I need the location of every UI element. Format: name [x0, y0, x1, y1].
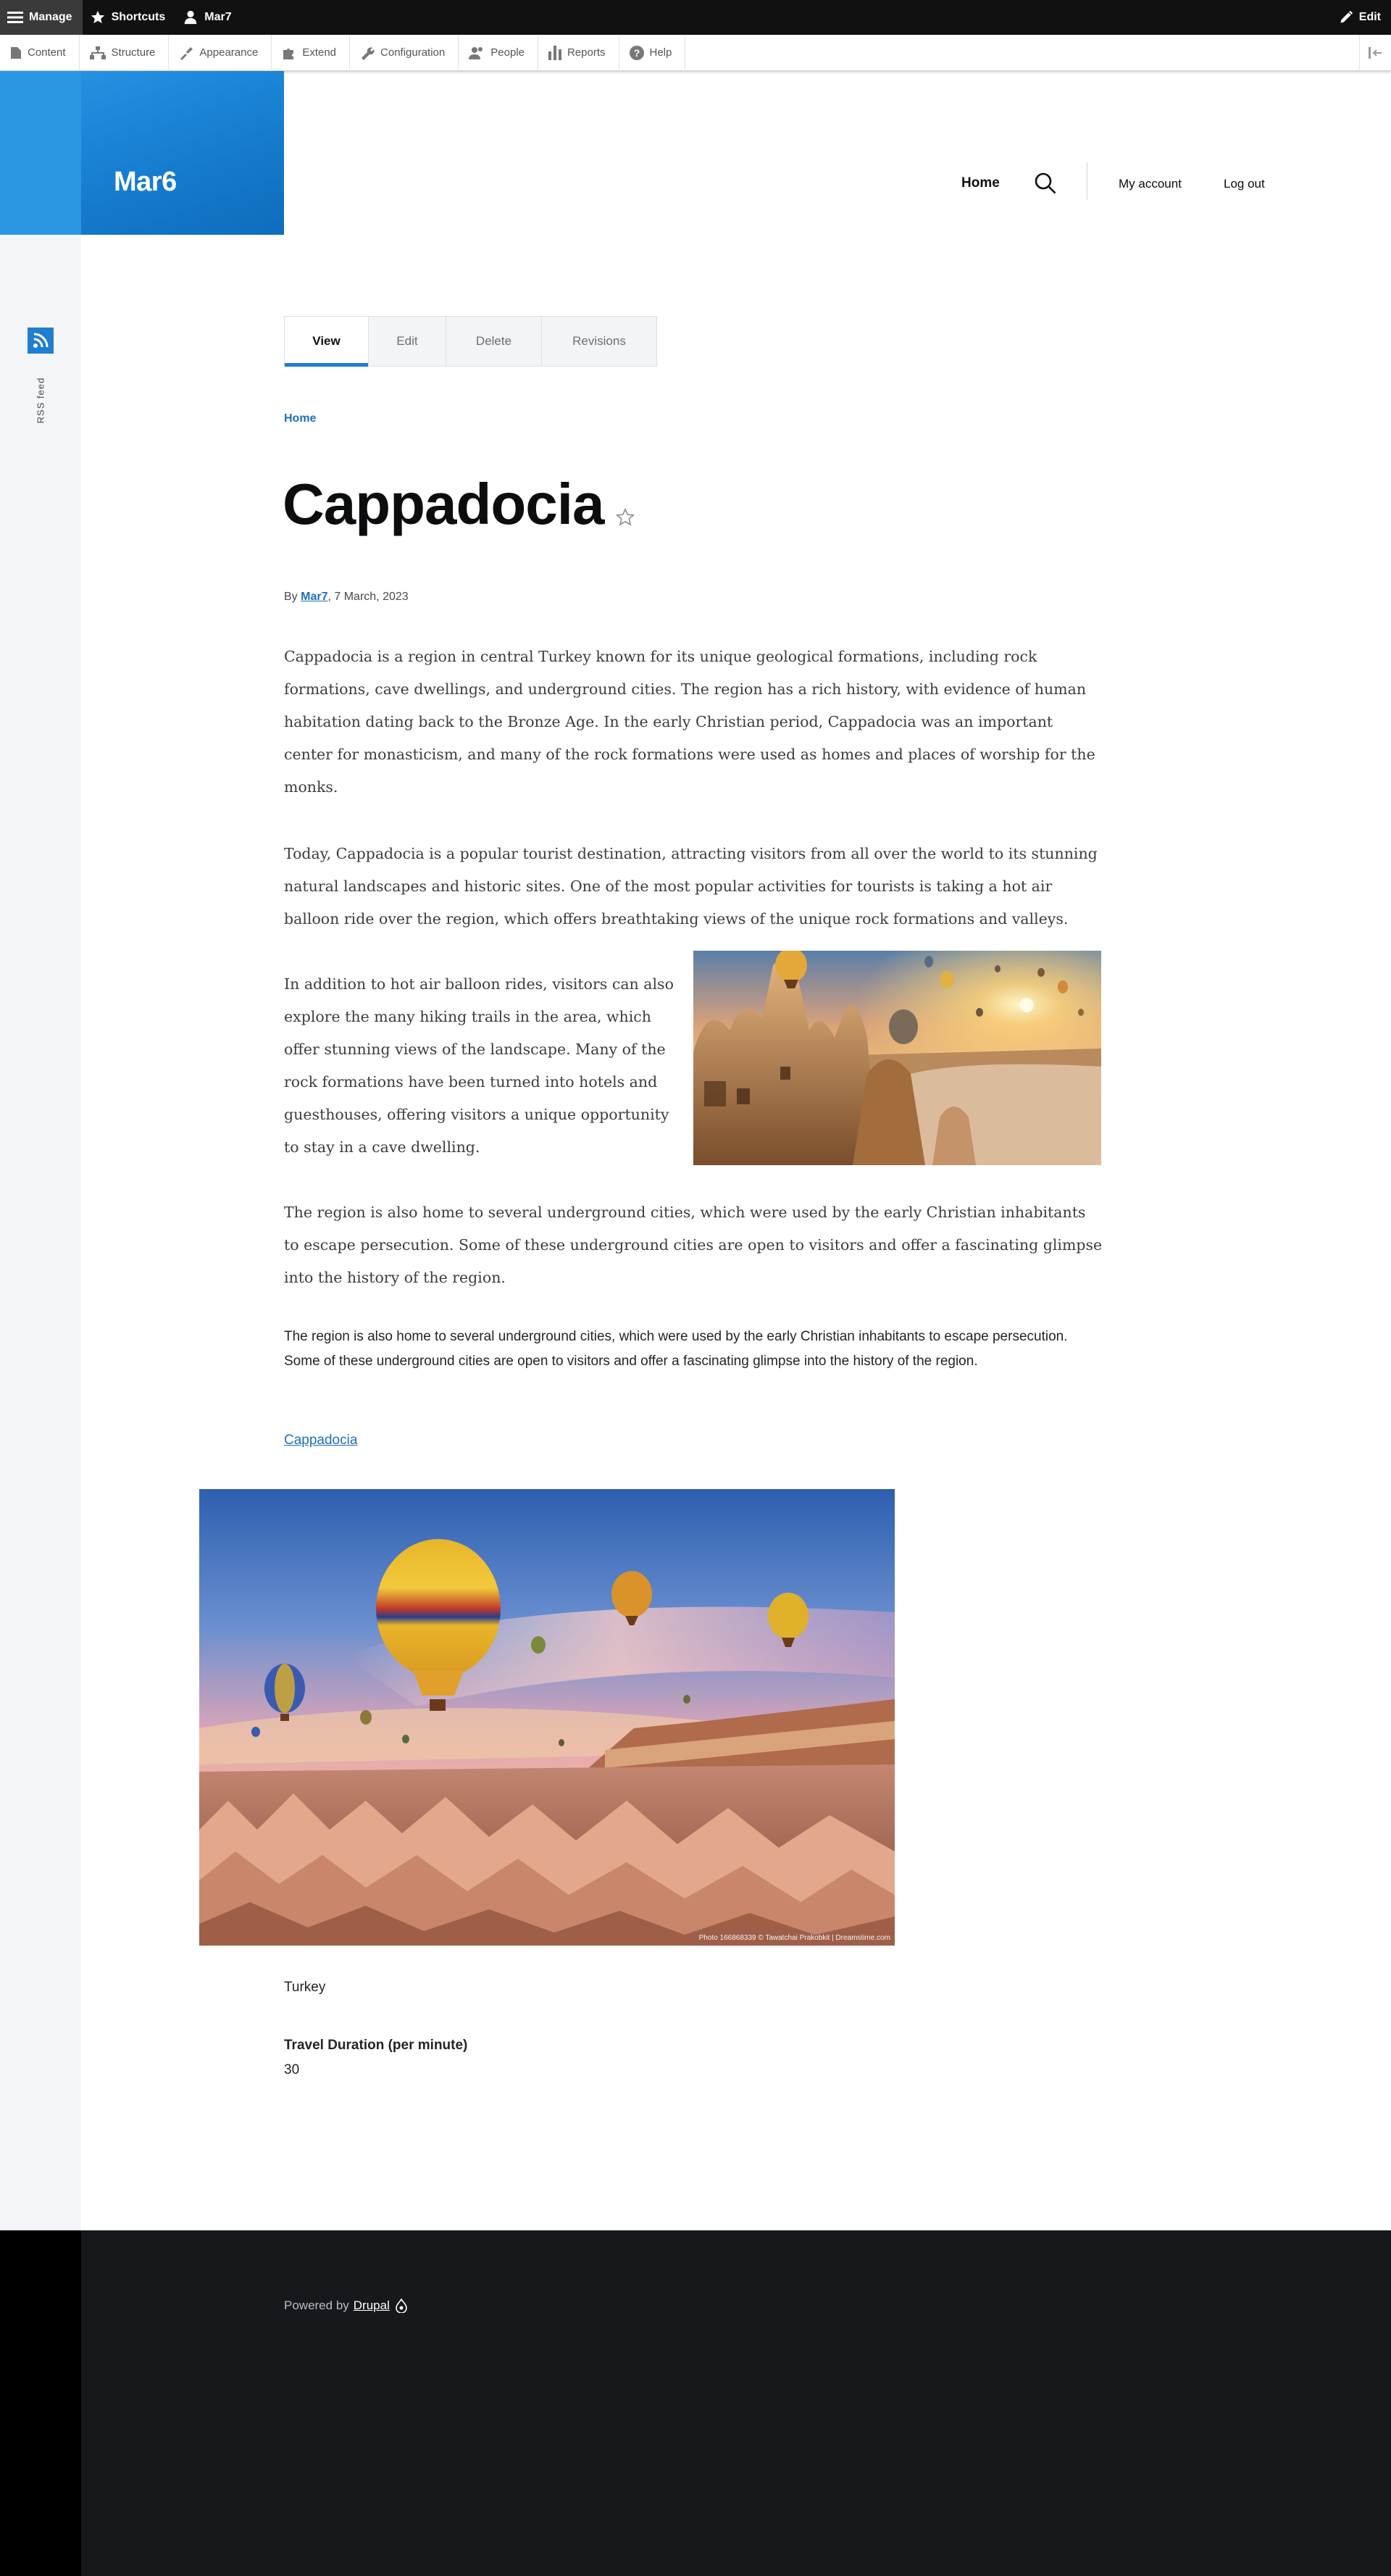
tag-link-cappadocia[interactable]: Cappadocia [284, 1433, 357, 1449]
structure-icon [89, 46, 106, 59]
tray-item-label: Help [649, 46, 672, 59]
site-branding: Mar6 [0, 71, 284, 235]
tray-item-structure[interactable]: Structure [80, 34, 170, 71]
main-navigation: Home My account Log out [0, 162, 1391, 200]
tray-orientation-toggle[interactable] [1359, 34, 1391, 71]
drupal-drop-icon [396, 2298, 407, 2313]
svg-text:?: ? [633, 47, 640, 59]
rss-feed-label[interactable]: RSS feed [35, 368, 46, 433]
article-meta: By Mar7, 7 March, 2023 [284, 591, 409, 604]
shortcuts-button[interactable]: Shortcuts [83, 0, 176, 35]
tray-item-reports[interactable]: Reports [538, 34, 619, 71]
bar-chart-icon [548, 45, 561, 60]
local-tasks-tabs: View Edit Delete Revisions [284, 316, 657, 367]
user-button[interactable]: Mar7 [175, 0, 241, 35]
breadcrumb-home[interactable]: Home [284, 412, 316, 425]
tab-revisions[interactable]: Revisions [542, 317, 656, 366]
travel-duration-label: Travel Duration (per minute) [284, 2038, 468, 2053]
site-footer: Powered by Drupal [0, 2230, 1391, 2576]
pencil-icon [1340, 10, 1353, 23]
tray-item-content[interactable]: Content [0, 34, 80, 71]
travel-duration-value: 30 [284, 2062, 300, 2077]
country-field: Turkey [284, 1980, 326, 1995]
user-label: Mar7 [204, 11, 232, 23]
star-icon [91, 10, 104, 24]
admin-tray: Content Structure Appearance Extend Conf… [0, 34, 1391, 71]
tray-item-label: Structure [111, 46, 156, 59]
body-paragraph: Today, Cappadocia is a popular tourist d… [284, 845, 1098, 928]
manage-button[interactable]: Manage [0, 0, 83, 35]
body-paragraph: In addition to hot air balloon rides, vi… [284, 975, 674, 1156]
my-account-link[interactable]: My account [1119, 177, 1182, 191]
tray-item-label: Extend [302, 46, 337, 59]
tray-item-appearance[interactable]: Appearance [169, 34, 272, 71]
search-button[interactable] [1033, 171, 1058, 196]
tray-item-label: Appearance [199, 46, 259, 59]
body-paragraph: The region is also home to several under… [284, 1204, 1103, 1286]
document-icon [11, 46, 21, 59]
body-paragraph: Cappadocia is a region in central Turkey… [284, 648, 1095, 796]
powered-by-label: Powered by [284, 2298, 349, 2312]
tab-view[interactable]: View [285, 317, 369, 367]
tray-item-help[interactable]: ? Help [619, 34, 686, 71]
inline-balloon-image [693, 951, 1101, 1165]
edit-button[interactable]: Edit [1332, 0, 1391, 35]
edit-label: Edit [1358, 11, 1381, 23]
brand-left-strip [0, 71, 81, 235]
footer-left-strip [0, 2230, 81, 2576]
tab-delete[interactable]: Delete [446, 317, 542, 366]
bookmark-star-button[interactable] [615, 507, 635, 528]
admin-toolbar: Manage Shortcuts Mar7 Edit [0, 0, 1391, 35]
page-title: Cappadocia [283, 472, 604, 536]
tab-edit[interactable]: Edit [369, 317, 446, 366]
powered-by: Powered by Drupal [284, 2298, 407, 2313]
byline-prefix: By [284, 591, 301, 603]
tray-item-people[interactable]: People [459, 34, 538, 71]
photo-credit: Photo 166868339 © Tawatchai Prakobkit | … [698, 1934, 890, 1942]
tray-item-label: Reports [567, 46, 606, 59]
author-link[interactable]: Mar7 [301, 591, 327, 603]
wrench-icon [362, 46, 375, 60]
drupal-link[interactable]: Drupal [354, 2298, 390, 2313]
tray-item-extend[interactable]: Extend [272, 34, 351, 71]
tray-item-label: People [490, 46, 525, 59]
rss-icon [33, 333, 49, 348]
collapse-icon [1368, 46, 1382, 59]
user-icon [185, 10, 197, 25]
puzzle-icon [283, 48, 294, 59]
summary-paragraph: The region is also home to several under… [284, 1329, 1068, 1369]
hamburger-icon [7, 12, 23, 23]
rss-feed-button[interactable] [28, 328, 54, 354]
tray-item-label: Content [28, 46, 66, 59]
log-out-link[interactable]: Log out [1224, 177, 1265, 191]
shortcuts-label: Shortcuts [111, 11, 166, 23]
tray-item-configuration[interactable]: Configuration [350, 34, 459, 71]
tray-item-label: Configuration [380, 46, 446, 59]
nav-home-link[interactable]: Home [961, 175, 1000, 191]
post-date: , 7 March, 2023 [327, 591, 409, 603]
brush-icon [180, 46, 193, 60]
help-icon: ? [629, 45, 644, 60]
main-balloon-image: Photo 166868339 © Tawatchai Prakobkit | … [199, 1489, 895, 1946]
search-icon [1035, 172, 1056, 194]
manage-label: Manage [29, 11, 72, 23]
people-icon [469, 46, 483, 59]
star-outline-icon [615, 507, 635, 526]
